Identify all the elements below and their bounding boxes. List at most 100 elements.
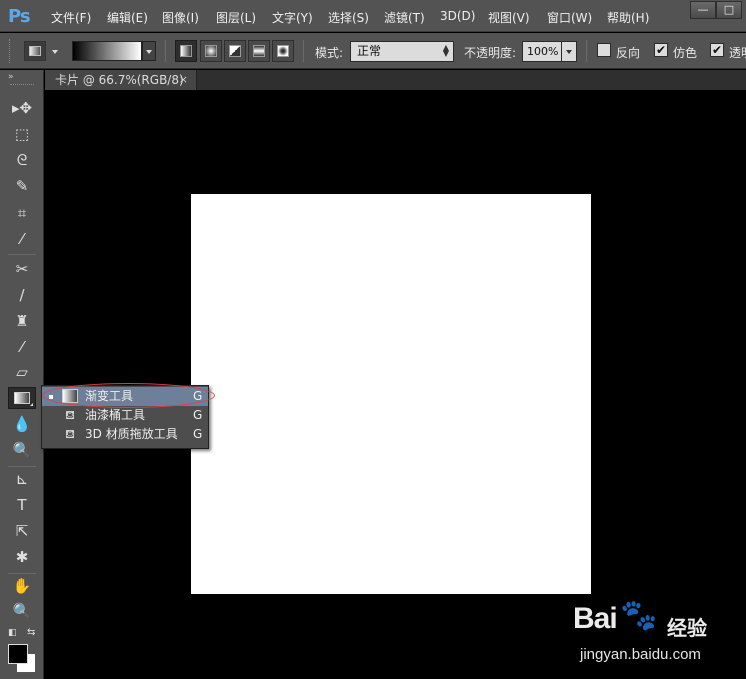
options-grip[interactable] bbox=[9, 39, 12, 63]
move-tool-icon[interactable]: ▸✥ bbox=[8, 97, 36, 119]
menu-layer[interactable]: 图层(L) bbox=[216, 9, 256, 26]
menu-type[interactable]: 文字(Y) bbox=[272, 9, 313, 26]
dodge-tool-icon[interactable]: 🔍 bbox=[8, 439, 36, 461]
divider bbox=[165, 40, 166, 62]
menu-select[interactable]: 选择(S) bbox=[328, 9, 369, 26]
flyout-indicator-icon bbox=[30, 403, 33, 406]
checkmark-icon: ✔ bbox=[655, 43, 667, 57]
angle-gradient-icon bbox=[229, 45, 241, 57]
brush-tool-icon[interactable]: ∕ bbox=[8, 284, 36, 306]
3d-material-drop-icon: ⛾ bbox=[65, 427, 75, 441]
mode-select[interactable]: 正常 ▲ ▼ bbox=[350, 41, 454, 62]
zoom-tool-icon[interactable]: 🔍 bbox=[8, 600, 36, 622]
stamp-tool-icon[interactable]: ♜ bbox=[8, 310, 36, 332]
opacity-input[interactable]: 100% bbox=[522, 41, 562, 62]
restore-button[interactable]: □ bbox=[716, 1, 742, 19]
foreground-color-swatch[interactable] bbox=[8, 644, 28, 664]
eyedropper-tool-icon[interactable]: ⁄ bbox=[8, 228, 36, 250]
tools-panel: » ▸✥ ⬚ ᘓ ✎ ⌗ ⁄ ✂ ∕ ♜ ⁄ ▱ 💧 🔍 ⊾ T ⇱ ✱ ✋ 🔍… bbox=[0, 70, 44, 679]
flyout-item-label: 3D 材质拖放工具 bbox=[85, 427, 178, 441]
transparency-label: 透明 bbox=[729, 46, 746, 60]
flyout-item-label: 油漆桶工具 bbox=[85, 408, 146, 422]
tool-preset-picker[interactable] bbox=[24, 41, 46, 61]
quick-select-tool-icon[interactable]: ✎ bbox=[8, 175, 36, 197]
minimize-button[interactable]: — bbox=[690, 1, 716, 19]
menu-image[interactable]: 图像(I) bbox=[162, 9, 199, 26]
lasso-tool-icon[interactable]: ᘓ bbox=[8, 149, 36, 171]
options-bar: 模式: 正常 ▲▼ 不透明度: 100% 反向 ✔ 仿色 ✔ 透明 bbox=[0, 33, 746, 69]
watermark-url: jingyan.baidu.com bbox=[580, 646, 701, 663]
menu-edit[interactable]: 编辑(E) bbox=[107, 9, 148, 26]
close-icon[interactable]: × bbox=[179, 70, 188, 90]
paint-bucket-icon: ⛾ bbox=[65, 408, 75, 422]
document-tab[interactable]: 卡片 @ 66.7%(RGB/8) × bbox=[45, 70, 197, 90]
diamond-gradient-button[interactable] bbox=[272, 40, 294, 62]
reverse-label: 反向 bbox=[616, 46, 641, 60]
transparency-checkbox[interactable]: ✔ bbox=[710, 43, 724, 57]
collapse-panel-icon[interactable]: » bbox=[8, 72, 13, 82]
swap-colors-icon[interactable]: ⇆ bbox=[27, 627, 35, 638]
gradient-editor-swatch[interactable] bbox=[72, 41, 142, 61]
hand-tool-icon[interactable]: ✋ bbox=[8, 575, 36, 597]
flyout-item-shortcut: G bbox=[193, 427, 203, 441]
flyout-item-shortcut: G bbox=[193, 408, 203, 422]
history-brush-tool-icon[interactable]: ⁄ bbox=[8, 336, 36, 358]
eraser-tool-icon[interactable]: ▱ bbox=[8, 361, 36, 383]
divider bbox=[8, 573, 36, 574]
menu-file[interactable]: 文件(F) bbox=[51, 9, 91, 26]
angle-gradient-button[interactable] bbox=[224, 40, 246, 62]
panel-grip[interactable] bbox=[10, 84, 34, 87]
document-tab-title: 卡片 @ 66.7%(RGB/8) bbox=[55, 73, 184, 87]
radial-gradient-icon bbox=[205, 45, 217, 57]
reverse-checkbox[interactable] bbox=[597, 43, 611, 57]
dither-label: 仿色 bbox=[673, 46, 698, 60]
radial-gradient-button[interactable] bbox=[200, 40, 222, 62]
diamond-gradient-icon bbox=[277, 45, 289, 57]
mode-label: 模式: bbox=[315, 46, 344, 60]
chevron-down-icon bbox=[566, 50, 572, 54]
default-colors-icon[interactable]: ◧ bbox=[8, 628, 17, 638]
flyout-item-3d-material-drop[interactable]: ⛾ 3D 材质拖放工具 G bbox=[42, 425, 208, 444]
canvas[interactable] bbox=[191, 194, 591, 594]
flyout-item-paint-bucket[interactable]: ⛾ 油漆桶工具 G bbox=[42, 406, 208, 425]
paw-logo-icon: 🐾 bbox=[620, 598, 658, 633]
reflected-gradient-button[interactable] bbox=[248, 40, 270, 62]
gradient-tool-icon[interactable] bbox=[8, 387, 36, 409]
opacity-label: 不透明度: bbox=[464, 46, 517, 60]
document-tab-bar: 卡片 @ 66.7%(RGB/8) × bbox=[45, 70, 746, 90]
linear-gradient-button[interactable] bbox=[175, 40, 197, 62]
crop-tool-icon[interactable]: ⌗ bbox=[8, 202, 36, 224]
select-arrows-icon: ▲ ▼ bbox=[442, 43, 449, 58]
menu-filter[interactable]: 滤镜(T) bbox=[384, 9, 425, 26]
gradient-picker-dropdown[interactable] bbox=[142, 41, 156, 61]
divider bbox=[8, 254, 36, 255]
gradient-swatch-icon bbox=[14, 392, 30, 404]
type-tool-icon[interactable]: T bbox=[8, 494, 36, 516]
path-select-tool-icon[interactable]: ⇱ bbox=[8, 520, 36, 542]
watermark-brand-suffix: 经验 bbox=[667, 616, 707, 640]
pen-tool-icon[interactable]: ⊾ bbox=[8, 468, 36, 490]
chevron-down-icon bbox=[146, 50, 152, 54]
menu-window[interactable]: 窗口(W) bbox=[547, 9, 592, 26]
checkmark-icon: ✔ bbox=[711, 43, 723, 57]
blur-tool-icon[interactable]: 💧 bbox=[8, 413, 36, 435]
menu-3d[interactable]: 3D(D) bbox=[440, 9, 475, 23]
shape-tool-icon[interactable]: ✱ bbox=[8, 546, 36, 568]
healing-tool-icon[interactable]: ✂ bbox=[8, 258, 36, 280]
reflected-gradient-icon bbox=[253, 45, 265, 57]
divider bbox=[586, 40, 587, 62]
marquee-tool-icon[interactable]: ⬚ bbox=[8, 123, 36, 145]
divider bbox=[8, 466, 36, 467]
divider bbox=[303, 40, 304, 62]
opacity-dropdown[interactable] bbox=[561, 41, 577, 62]
menu-bar: Ps 文件(F) 编辑(E) 图像(I) 图层(L) 文字(Y) 选择(S) 滤… bbox=[0, 0, 746, 32]
photoshop-logo: Ps bbox=[8, 6, 31, 27]
annotation-ellipse bbox=[42, 383, 215, 408]
menu-view[interactable]: 视图(V) bbox=[488, 9, 530, 26]
mode-value: 正常 bbox=[357, 44, 382, 58]
dither-checkbox[interactable]: ✔ bbox=[654, 43, 668, 57]
chevron-down-icon[interactable] bbox=[52, 50, 58, 54]
watermark-brand: Bai bbox=[573, 602, 618, 635]
linear-gradient-icon bbox=[180, 45, 192, 57]
menu-help[interactable]: 帮助(H) bbox=[607, 9, 649, 26]
